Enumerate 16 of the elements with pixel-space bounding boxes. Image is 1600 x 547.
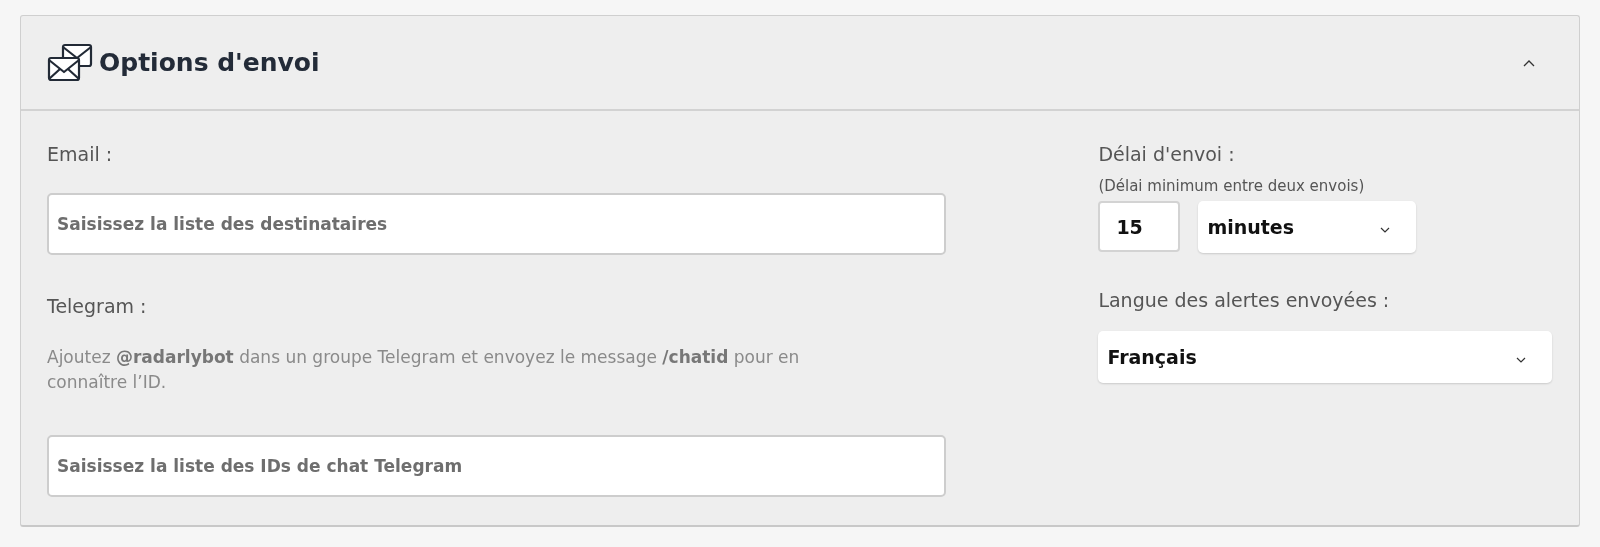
chevron-icon xyxy=(1523,58,1535,67)
chevron-icon xyxy=(1380,227,1391,233)
language-dropdown[interactable]: Français xyxy=(1098,331,1553,383)
chevron-icon xyxy=(1516,357,1527,363)
envelopes-icon xyxy=(47,42,93,83)
field-label: Langue des alertes envoyées : xyxy=(1098,289,1391,313)
help-text: Ajoutez @radarlybot dans un groupe Telegram et envoyez le message /chatid pour en connaître l’ID. xyxy=(47,346,801,394)
field-label: Email : xyxy=(47,143,114,167)
hint-text: (Délai minimum entre deux envois) xyxy=(1098,177,1366,195)
input-field[interactable]: Saisissez la liste des IDs de chat Telegram xyxy=(47,435,947,497)
field-label: Telegram : xyxy=(47,295,148,319)
panel-title: Options d'envoi xyxy=(99,48,321,77)
input-field[interactable]: Saisissez la liste des destinataires xyxy=(47,193,947,255)
field-label: Délai d'envoi : xyxy=(1098,143,1236,167)
number-field[interactable]: 15 xyxy=(1098,201,1181,252)
unit-dropdown[interactable]: minutes xyxy=(1198,201,1417,253)
